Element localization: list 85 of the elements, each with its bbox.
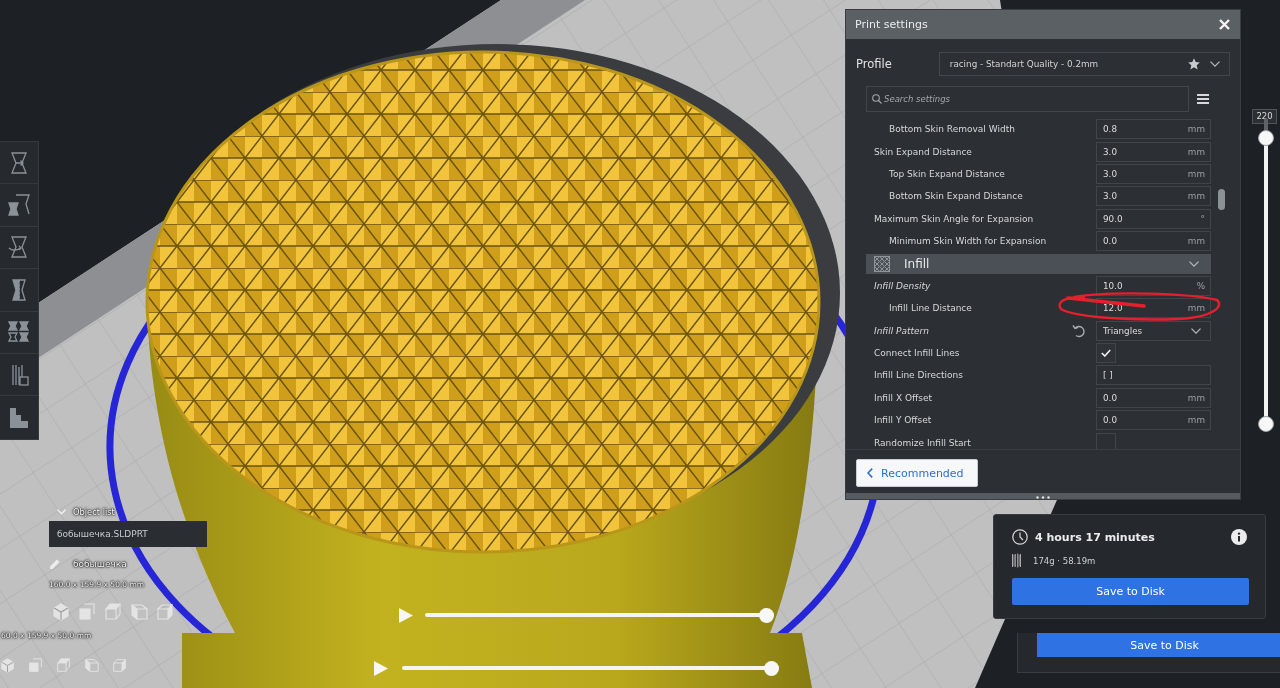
check-icon bbox=[1101, 349, 1111, 358]
object-list-toggle[interactable]: Object list bbox=[49, 503, 115, 521]
stairs-icon bbox=[8, 406, 30, 429]
section-header[interactable]: Infill bbox=[866, 253, 1211, 274]
reset-button[interactable] bbox=[1072, 323, 1086, 338]
cube-front-icon bbox=[28, 658, 43, 673]
setting-field[interactable]: 3.0 mm bbox=[1096, 141, 1211, 162]
setting-field[interactable]: 0.8 mm bbox=[1096, 119, 1211, 140]
hatched-square-icon bbox=[874, 255, 890, 272]
object-list-item[interactable]: бобышечка.SLDPRT bbox=[49, 521, 207, 547]
save-to-disk-button[interactable]: Save to Disk bbox=[1012, 578, 1249, 605]
setting-label: Skin Expand Distance bbox=[874, 146, 973, 157]
setting-field[interactable]: 0.0 mm bbox=[1096, 231, 1211, 252]
cube-right-icon bbox=[156, 603, 174, 621]
vase-arrow-icon bbox=[8, 151, 30, 174]
cube-front-icon bbox=[78, 603, 96, 621]
reset-arrow-icon bbox=[1072, 323, 1086, 338]
cube-icon bbox=[52, 603, 70, 621]
save-to-disk-button[interactable]: Save to Disk bbox=[1037, 633, 1280, 657]
search-icon bbox=[872, 94, 882, 104]
play-icon bbox=[374, 660, 388, 676]
setting-label: Infill Pattern bbox=[874, 325, 930, 336]
view-3d-button[interactable] bbox=[52, 603, 70, 621]
print-time: 4 hours 17 minutes bbox=[1035, 530, 1155, 544]
resize-handle[interactable] bbox=[846, 493, 1240, 499]
info-icon bbox=[1231, 529, 1247, 545]
object-name: бобышечка bbox=[73, 559, 127, 569]
setting-label: Infill X Offset bbox=[874, 392, 933, 403]
vase-rotate-icon bbox=[8, 236, 30, 259]
panel-title: Print settings bbox=[855, 18, 928, 31]
profile-dropdown[interactable]: racing - Standart Quality - 0.2mm bbox=[938, 52, 1230, 76]
setting-field[interactable]: [ ] bbox=[1096, 365, 1211, 386]
search-field[interactable]: Search settings bbox=[866, 86, 1189, 112]
setting-checkbox[interactable] bbox=[1096, 343, 1116, 364]
star-icon bbox=[1188, 58, 1200, 70]
material-usage: 174g · 58.19m bbox=[1033, 555, 1096, 566]
info-button[interactable] bbox=[1231, 529, 1247, 545]
setting-label: Infill Line Directions bbox=[874, 370, 964, 381]
setting-label: Randomize Infill Start bbox=[874, 437, 972, 448]
cube-top-icon bbox=[104, 603, 122, 621]
setting-dropdown[interactable]: Triangles bbox=[1096, 320, 1211, 341]
setting-label: Infill Y Offset bbox=[874, 415, 933, 426]
simulation-slider-track[interactable] bbox=[402, 660, 779, 676]
close-button[interactable] bbox=[1219, 19, 1230, 30]
setting-label: Infill Line Distance bbox=[889, 303, 973, 314]
layer-slider-track[interactable] bbox=[1258, 118, 1274, 432]
vertical-bars-icon bbox=[1012, 553, 1022, 568]
simulation-slider-track[interactable] bbox=[425, 607, 774, 623]
profile-label: Profile bbox=[856, 57, 893, 71]
cube-top-icon bbox=[56, 658, 71, 673]
setting-field[interactable]: 3.0 mm bbox=[1096, 163, 1211, 184]
cube-left-icon bbox=[84, 658, 99, 673]
close-icon bbox=[1219, 19, 1230, 30]
clock-icon bbox=[1012, 529, 1028, 545]
play-icon bbox=[399, 607, 413, 623]
view-3d-button[interactable] bbox=[0, 658, 15, 673]
chevron-down-icon bbox=[1191, 327, 1201, 334]
setting-label: Maximum Skin Angle for Expansion bbox=[874, 213, 1035, 224]
setting-label: Bottom Skin Expand Distance bbox=[889, 191, 1024, 202]
menu-icon bbox=[1197, 94, 1209, 104]
right-view-button[interactable] bbox=[156, 603, 174, 621]
setting-label: Infill Density bbox=[874, 280, 932, 291]
chevron-left-icon bbox=[867, 468, 873, 478]
cube-left-icon bbox=[130, 603, 148, 621]
setting-field[interactable]: 3.0 mm bbox=[1096, 186, 1211, 207]
setting-label: Connect Infill Lines bbox=[874, 348, 961, 359]
vase-scale-icon bbox=[8, 194, 30, 217]
setting-field[interactable]: 0.0 mm bbox=[1096, 410, 1211, 431]
cube-icon bbox=[0, 658, 15, 673]
vase-grid-icon bbox=[8, 321, 30, 344]
setting-label: Top Skin Expand Distance bbox=[889, 168, 1006, 179]
scrollbar-thumb[interactable] bbox=[1218, 189, 1225, 210]
menu-button[interactable] bbox=[1197, 94, 1209, 104]
setting-field[interactable]: 10.0 % bbox=[1096, 275, 1211, 296]
play-button[interactable] bbox=[399, 607, 413, 623]
setting-label: Minimum Skin Width for Expansion bbox=[889, 236, 1048, 247]
setting-field[interactable]: 0.0 mm bbox=[1096, 387, 1211, 408]
setting-field[interactable]: 90.0 ° bbox=[1096, 208, 1211, 229]
cube-right-icon bbox=[112, 658, 127, 673]
play-button[interactable] bbox=[374, 660, 388, 676]
pencil-icon bbox=[49, 558, 60, 570]
chevron-down-icon bbox=[1210, 61, 1220, 67]
dots-icon bbox=[1036, 495, 1050, 499]
recommended-button[interactable]: Recommended bbox=[856, 459, 978, 487]
setting-label: Bottom Skin Removal Width bbox=[889, 124, 1016, 135]
